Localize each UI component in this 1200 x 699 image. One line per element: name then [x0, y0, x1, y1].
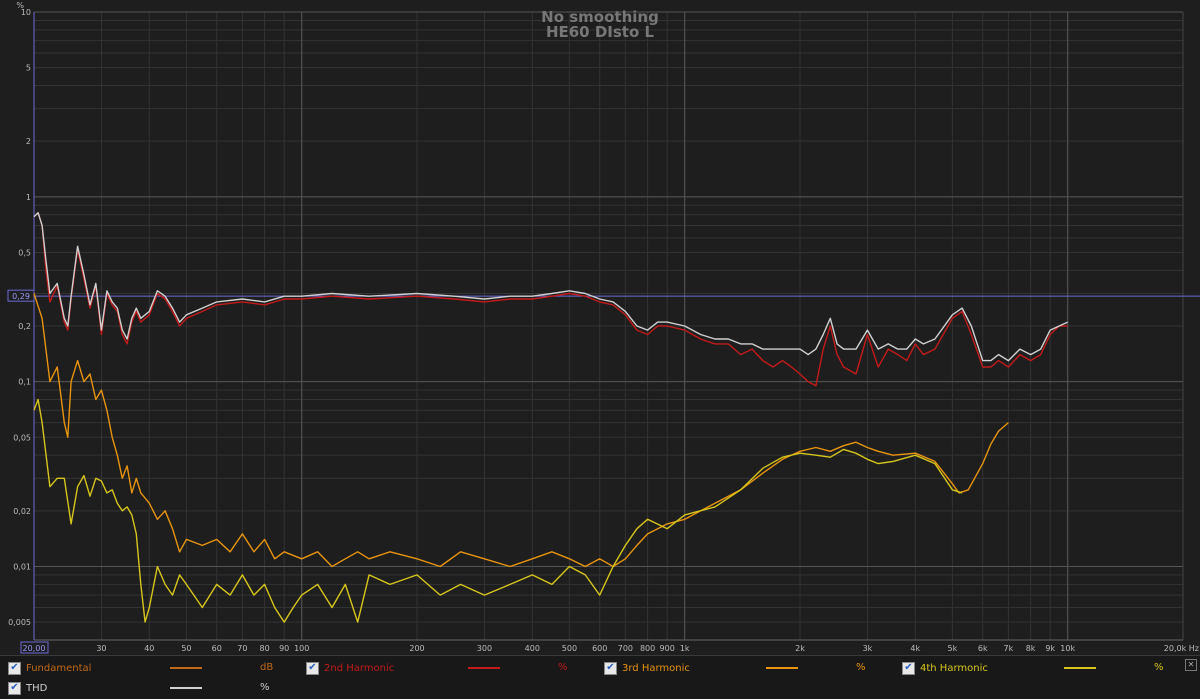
y-tick-label: 5	[26, 64, 31, 73]
y-tick-label: 0,05	[13, 433, 31, 442]
y-tick-label: 0,2	[18, 322, 31, 331]
x-tick-label: 400	[525, 644, 540, 653]
legend-unit: %	[558, 662, 568, 673]
legend-swatch	[766, 667, 798, 669]
legend-label: 3rd Harmonic	[622, 662, 690, 674]
checkbox-icon[interactable]: ✔	[902, 661, 915, 675]
x-tick-label: 2k	[795, 644, 805, 653]
x-tick-label: 800	[640, 644, 655, 653]
y-tick-label: 0,01	[13, 562, 31, 571]
x-tick-label: 3k	[863, 644, 873, 653]
checkbox-icon[interactable]: ✔	[8, 661, 21, 675]
x-tick-label: 600	[592, 644, 607, 653]
legend-item[interactable]: ✔ Fundamental	[8, 659, 91, 677]
y-unit-label: %	[16, 1, 24, 10]
distortion-chart[interactable]: 105210,50,20,10,050,020,010,005%30 40 50 60…	[0, 0, 1200, 655]
y-tick-label: 1	[26, 193, 31, 202]
legend-item[interactable]: ✔ 4th Harmonic	[902, 659, 988, 677]
x-tick-label: 9k	[1045, 644, 1055, 653]
x-tick-label: 300	[477, 644, 492, 653]
checkbox-icon[interactable]: ✔	[604, 661, 617, 675]
legend-label: 4th Harmonic	[920, 662, 988, 674]
x-tick-label: 7k	[1004, 644, 1014, 653]
y-tick-label: 0,005	[8, 618, 31, 627]
y-tick-label: 0,1	[18, 378, 31, 387]
x-tick-label: 30	[96, 644, 106, 653]
legend-unit: %	[856, 662, 866, 673]
legend-unit: %	[260, 682, 270, 693]
cursor-y-label: 0,29	[12, 292, 30, 301]
legend-item[interactable]: ✔ THD	[8, 679, 47, 697]
legend-unit: %	[1154, 662, 1164, 673]
legend-label: THD	[26, 682, 48, 694]
x-tick-label: 40	[144, 644, 154, 653]
x-tick-label: 900	[660, 644, 675, 653]
x-tick-label: 50	[181, 644, 191, 653]
x-tick-label: 4k	[910, 644, 920, 653]
legend-label: Fundamental	[26, 662, 92, 674]
legend-item[interactable]: ✔ 3rd Harmonic	[604, 659, 690, 677]
y-tick-label: 2	[26, 137, 31, 146]
y-tick-label: 0,02	[13, 507, 31, 516]
legend-label: 2nd Harmonic	[324, 662, 395, 674]
x-tick-label: 10k	[1060, 644, 1075, 653]
x-tick-label: 60	[212, 644, 222, 653]
legend-swatch	[170, 667, 202, 669]
legend-item[interactable]: ✔ 2nd Harmonic	[306, 659, 394, 677]
legend-swatch	[468, 667, 500, 669]
x-tick-label: 80	[259, 644, 269, 653]
x-tick-label: 1k	[680, 644, 690, 653]
cursor-x-label: 20,00	[23, 644, 46, 653]
legend-unit: dB	[260, 662, 274, 673]
x-tick-label: 700	[618, 644, 633, 653]
legend-bar: ✕ ✔ Fundamental dB ✔ 2nd Harmonic% ✔ 3rd Harmo…	[0, 655, 1200, 699]
x-tick-label: 70	[237, 644, 247, 653]
legend-swatch	[1064, 667, 1096, 669]
chart-subtitle: HE60 DIsto L	[546, 23, 655, 41]
y-tick-label: 0,5	[18, 248, 31, 257]
checkbox-icon[interactable]: ✔	[306, 661, 319, 675]
x-tick-label: 5k	[948, 644, 958, 653]
legend-swatch	[170, 687, 202, 689]
close-icon[interactable]: ✕	[1185, 659, 1197, 671]
x-tick-label: 200	[409, 644, 424, 653]
x-tick-label: 90	[279, 644, 289, 653]
x-tick-label: 500	[562, 644, 577, 653]
x-tick-label: 8k	[1026, 644, 1036, 653]
checkbox-icon[interactable]: ✔	[8, 681, 21, 695]
x-tick-label: 20,0k Hz	[1164, 644, 1199, 653]
x-tick-label: 6k	[978, 644, 988, 653]
x-tick-label: 100	[294, 644, 309, 653]
